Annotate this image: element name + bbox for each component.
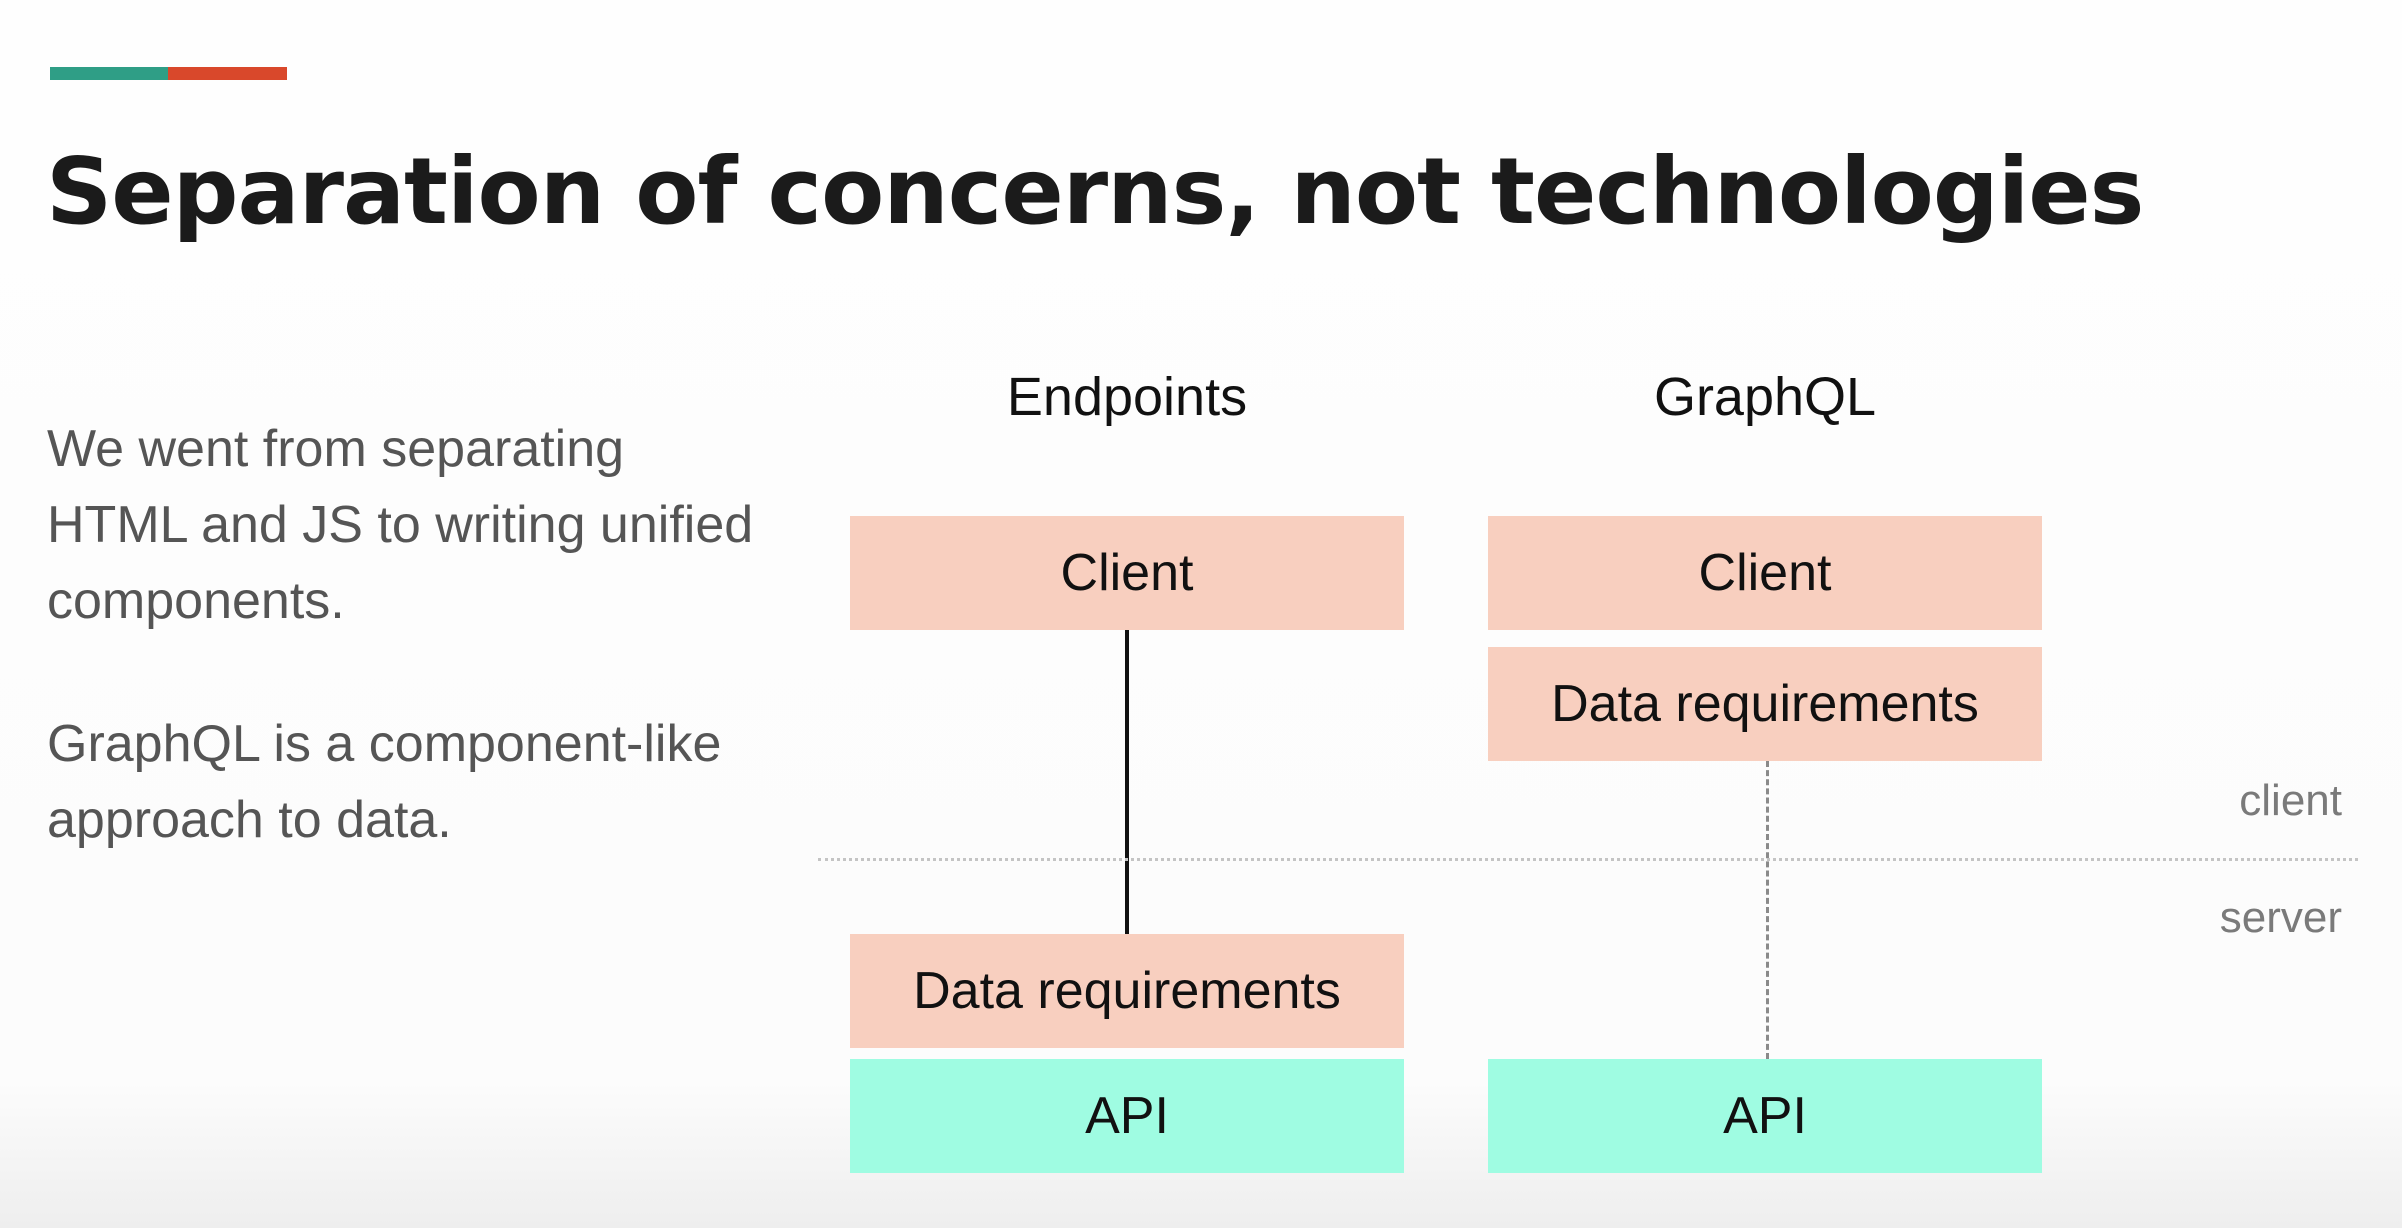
accent-teal-segment xyxy=(50,67,168,80)
endpoints-client-box: Client xyxy=(850,516,1404,630)
accent-orange-segment xyxy=(168,67,287,80)
graphql-api-box: API xyxy=(1488,1059,2042,1173)
title-accent-bar xyxy=(50,67,287,80)
text-paragraph-2: GraphQL is a component-like approach to … xyxy=(47,715,722,849)
column-header-graphql: GraphQL xyxy=(1653,367,1877,427)
slide: Separation of concerns, not technologies… xyxy=(0,0,2402,1228)
graphql-data-requirements-box: Data requirements xyxy=(1488,647,2042,761)
endpoints-api-box: API xyxy=(850,1059,1404,1173)
text-paragraph-1: We went from separating HTML and JS to w… xyxy=(47,420,754,630)
endpoints-data-requirements-box: Data requirements xyxy=(850,934,1404,1048)
region-label-server: server xyxy=(2219,893,2342,942)
column-header-endpoints: Endpoints xyxy=(1006,367,1248,427)
client-server-divider xyxy=(818,858,2358,861)
slide-title: Separation of concerns, not technologies xyxy=(46,138,2144,245)
region-label-client: client xyxy=(2239,776,2342,825)
graphql-client-box: Client xyxy=(1488,516,2042,630)
endpoints-connector-line xyxy=(1125,630,1129,934)
graphql-dashed-connector xyxy=(1766,761,1769,1059)
